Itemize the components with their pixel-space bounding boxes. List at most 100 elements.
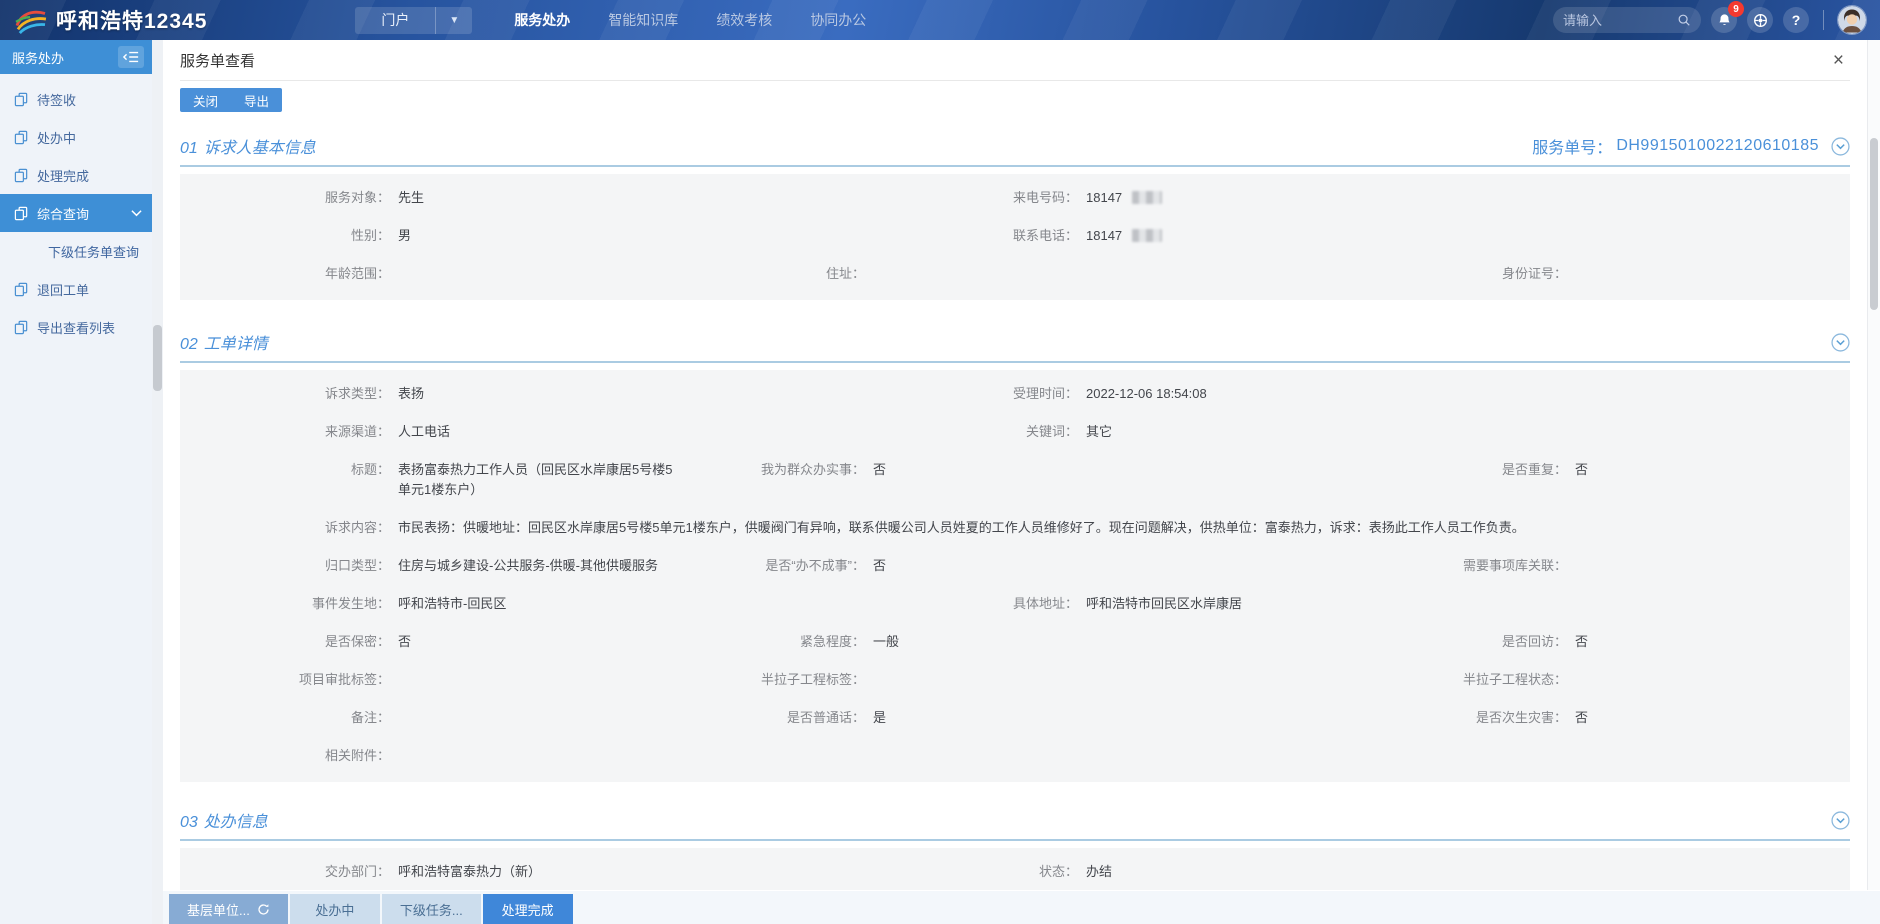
form-field: 标题： 表扬富泰热力工作人员（回民区水岸康居5号楼5单元1楼东户） xyxy=(180,451,680,509)
section-collapse-icon[interactable] xyxy=(1831,333,1850,352)
export-button[interactable]: 导出 xyxy=(231,88,282,112)
sidebar-scrollbar-thumb[interactable] xyxy=(153,325,162,391)
form-field: 紧急程度：一般 xyxy=(680,623,1280,661)
nav-item-3[interactable]: 绩效考核 xyxy=(716,10,772,30)
nav-item-2[interactable]: 智能知识库 xyxy=(608,10,678,30)
section-index: 01 xyxy=(180,140,198,157)
notification-badge: 9 xyxy=(1728,1,1744,17)
section-header: 01诉求人基本信息服务单号：DH9915010022120610185 xyxy=(180,134,1850,167)
form-field: 交办部门：呼和浩特富泰热力（新） xyxy=(180,853,898,891)
navbar-divider xyxy=(1823,10,1824,30)
nav-item-4[interactable]: 协同办公 xyxy=(810,10,866,30)
search-input[interactable] xyxy=(1563,13,1677,28)
form-field: 是否普通话：是 xyxy=(680,699,1280,737)
field-label: 诉求类型： xyxy=(180,384,390,404)
user-avatar[interactable] xyxy=(1838,6,1866,34)
search-icon[interactable] xyxy=(1677,13,1691,27)
chevron-down-icon xyxy=(131,209,142,217)
form-field: 联系电话：18147 xyxy=(898,217,1850,255)
field-value-text: 人工电话 xyxy=(398,424,450,439)
nav-search[interactable] xyxy=(1553,7,1701,33)
bottom-tab-3[interactable]: 下级任务... xyxy=(382,894,481,924)
bottom-tab-1[interactable]: 基层单位... xyxy=(169,894,288,924)
sidebar-item-label: 处办中 xyxy=(37,128,142,147)
field-label: 具体地址： xyxy=(898,594,1078,614)
form-field: 是否保密：否 xyxy=(180,623,680,661)
help-button[interactable]: ? xyxy=(1783,7,1809,33)
form-field: 诉求内容： 市民表扬：供暖地址：回民区水岸康居5号楼5单元1楼东户，供暖阀门有异响… xyxy=(180,509,1850,547)
field-label: 是否普通话： xyxy=(680,708,865,728)
bottom-tab-label: 处理完成 xyxy=(502,900,554,919)
field-value-text: 否 xyxy=(1575,634,1588,649)
sidebar-item-4[interactable]: 综合查询 xyxy=(0,194,152,232)
section-title: 01诉求人基本信息 xyxy=(180,134,316,158)
portal-menu-button[interactable]: 门户 ▼ xyxy=(355,7,472,34)
steering-wheel-icon xyxy=(1753,13,1768,28)
field-value-text: 18147 xyxy=(1086,228,1122,243)
field-value-text: 否 xyxy=(873,462,886,477)
bell-icon xyxy=(1717,13,1732,28)
field-value-text: 呼和浩特市-回民区 xyxy=(398,596,506,611)
refresh-icon[interactable] xyxy=(257,903,270,916)
form-field: 来电号码：18147 xyxy=(898,179,1850,217)
apps-button[interactable] xyxy=(1747,7,1773,33)
field-value-text: 先生 xyxy=(398,190,424,205)
sidebar-item-6[interactable]: 退回工单 xyxy=(0,270,152,308)
form-row: 诉求类型：表扬受理时间：2022-12-06 18:54:08 xyxy=(180,375,1850,413)
field-label: 事件发生地： xyxy=(180,594,390,614)
form-field: 项目审批标签： xyxy=(180,661,680,699)
caret-down-icon[interactable]: ▼ xyxy=(436,15,472,26)
form-row: 诉求内容： 市民表扬：供暖地址：回民区水岸康居5号楼5单元1楼东户，供暖阀门有异响… xyxy=(180,509,1850,547)
field-value: 18147 xyxy=(1086,226,1850,246)
field-value: 男 xyxy=(398,226,898,246)
field-label: 诉求内容： xyxy=(180,518,390,538)
collapse-sidebar-icon[interactable] xyxy=(118,46,144,68)
field-label: 性别： xyxy=(180,226,390,246)
field-value-text: 市民表扬：供暖地址：回民区水岸康居5号楼5单元1楼东户，供暖阀门有异响，联系供暖… xyxy=(398,520,1525,535)
sidebar-scrollbar xyxy=(152,40,163,924)
close-icon[interactable]: × xyxy=(1827,49,1850,72)
field-value: 表扬富泰热力工作人员（回民区水岸康居5号楼5单元1楼东户） xyxy=(398,460,680,500)
app-logo: 呼和浩特12345 xyxy=(14,5,207,35)
page-title: 服务单查看 xyxy=(180,50,255,71)
sidebar-item-7[interactable]: 导出查看列表 xyxy=(0,308,152,346)
service-number-value: DH9915010022120610185 xyxy=(1616,137,1819,155)
notifications-button[interactable]: 9 xyxy=(1711,7,1737,33)
field-label: 年龄范围： xyxy=(180,264,390,284)
field-label: 需要事项库关联： xyxy=(1280,556,1567,576)
section-02: 02工单详情诉求类型：表扬受理时间：2022-12-06 18:54:08来源渠… xyxy=(180,330,1850,782)
close-button[interactable]: 关闭 xyxy=(180,88,231,112)
sidebar-item-2[interactable]: 处办中 xyxy=(0,118,152,156)
sidebar-title: 服务处办 xyxy=(12,48,118,67)
form-field: 受理时间：2022-12-06 18:54:08 xyxy=(898,375,1850,413)
sidebar-item-3[interactable]: 处理完成 xyxy=(0,156,152,194)
section-body: 服务对象：先生来电号码：18147性别：男联系电话：18147年龄范围：住址：身… xyxy=(180,174,1850,300)
field-value-text: 一般 xyxy=(873,634,899,649)
field-value-text: 18147 xyxy=(1086,190,1122,205)
bottom-tab-4[interactable]: 处理完成 xyxy=(483,894,573,924)
help-icon: ? xyxy=(1792,12,1801,28)
sidebar-item-label: 退回工单 xyxy=(37,280,142,299)
form-row: 归口类型：住房与城乡建设-公共服务-供暖-其他供暖服务是否“办不成事”：否需要事… xyxy=(180,547,1850,585)
field-label: 标题： xyxy=(180,460,390,480)
sidebar-item-1[interactable]: 待签收 xyxy=(0,80,152,118)
section-collapse-icon[interactable] xyxy=(1831,137,1850,156)
bottom-tab-2[interactable]: 处办中 xyxy=(290,894,380,924)
field-value: 18147 xyxy=(1086,188,1850,208)
sidebar-item-5[interactable]: 下级任务单查询 xyxy=(0,232,152,270)
content-scrollbar-thumb[interactable] xyxy=(1870,138,1878,310)
section-index: 02 xyxy=(180,336,198,353)
field-label: 来源渠道： xyxy=(180,422,390,442)
form-row: 事件发生地：呼和浩特市-回民区具体地址：呼和浩特市回民区水岸康居 xyxy=(180,585,1850,623)
form-row: 相关附件： xyxy=(180,737,1850,775)
field-value-text: 住房与城乡建设-公共服务-供暖-其他供暖服务 xyxy=(398,558,658,573)
field-label: 交办部门： xyxy=(180,862,390,882)
field-value: 一般 xyxy=(873,632,1280,652)
form-field: 是否次生灾害：否 xyxy=(1280,699,1850,737)
field-label: 关键词： xyxy=(898,422,1078,442)
portal-label: 门户 xyxy=(355,10,435,30)
nav-item-1[interactable]: 服务处办 xyxy=(514,10,570,30)
top-navbar: 呼和浩特12345 门户 ▼ 服务处办 智能知识库 绩效考核 协同办公 9 xyxy=(0,0,1880,40)
section-collapse-icon[interactable] xyxy=(1831,811,1850,830)
field-label: 是否重复： xyxy=(1280,460,1567,480)
